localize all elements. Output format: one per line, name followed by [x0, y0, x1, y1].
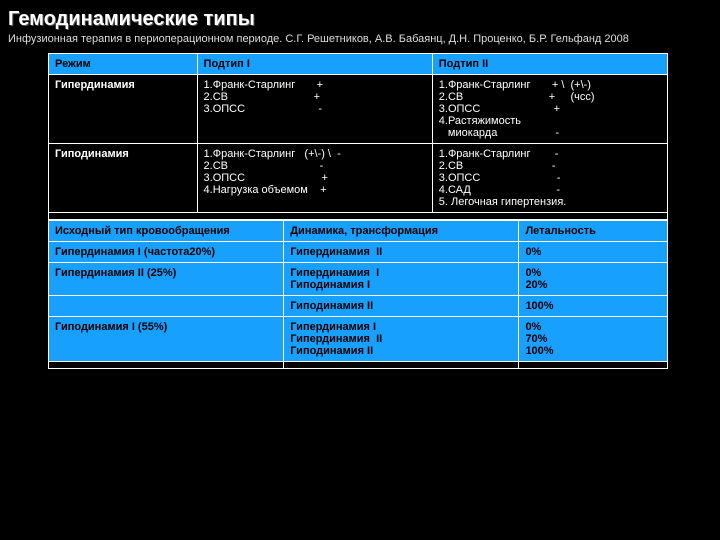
c3: 0%	[519, 242, 668, 263]
c2: Гипердинамия I Гипердинамия II Гиподинам…	[284, 317, 519, 362]
table-row: Гиподинамия 1.Франк-Старлинг (+\-) \ - 2…	[49, 144, 668, 213]
sub1-cell: 1.Франк-Старлинг (+\-) \ - 2.СВ - 3.ОПСС…	[197, 144, 432, 213]
slide: Гемодинамические типы Инфузионная терапи…	[0, 0, 720, 540]
mode-cell: Гиподинамия	[49, 144, 198, 213]
tables-wrapper: Режим Подтип I Подтип II Гипердинамия 1.…	[48, 53, 668, 369]
spacer-row	[49, 362, 668, 369]
table-row: Гипердинамия II (25%) Гипердинамия I Гип…	[49, 263, 668, 296]
c3: 0% 20%	[519, 263, 668, 296]
table-row: Гипердинамия 1.Франк-Старлинг + 2.СВ + 3…	[49, 75, 668, 144]
c3: 100%	[519, 296, 668, 317]
page-title: Гемодинамические типы	[8, 8, 712, 31]
hdr-c1: Исходный тип кровообращения	[49, 221, 284, 242]
c1: Гиподинамия I (55%)	[49, 317, 284, 362]
table-header: Исходный тип кровообращения Динамика, тр…	[49, 221, 668, 242]
c3: 0% 70% 100%	[519, 317, 668, 362]
sub1-cell: 1.Франк-Старлинг + 2.СВ + 3.ОПСС -	[197, 75, 432, 144]
c1	[49, 296, 284, 317]
hdr-sub1: Подтип I	[197, 54, 432, 75]
table-row: Гипердинамия I (частота20%) Гипердинамия…	[49, 242, 668, 263]
hdr-sub2: Подтип II	[432, 54, 667, 75]
hdr-c3: Летальность	[519, 221, 668, 242]
mode-cell: Гипердинамия	[49, 75, 198, 144]
hdr-mode: Режим	[49, 54, 198, 75]
hdr-c2: Динамика, трансформация	[284, 221, 519, 242]
c2: Гипердинамия I Гиподинамия I	[284, 263, 519, 296]
regimes-table: Режим Подтип I Подтип II Гипердинамия 1.…	[48, 53, 668, 220]
table-row: Гиподинамия II 100%	[49, 296, 668, 317]
c2: Гипердинамия II	[284, 242, 519, 263]
table-row: Гиподинамия I (55%) Гипердинамия I Гипер…	[49, 317, 668, 362]
outcomes-table: Исходный тип кровообращения Динамика, тр…	[48, 220, 668, 369]
c1: Гипердинамия I (частота20%)	[49, 242, 284, 263]
c1: Гипердинамия II (25%)	[49, 263, 284, 296]
c2: Гиподинамия II	[284, 296, 519, 317]
spacer-row	[49, 213, 668, 220]
page-subtitle: Инфузионная терапия в периоперационном п…	[8, 33, 712, 45]
table-header: Режим Подтип I Подтип II	[49, 54, 668, 75]
sub2-cell: 1.Франк-Старлинг + \ (+\-) 2.СВ + (чсс) …	[432, 75, 667, 144]
sub2-cell: 1.Франк-Старлинг - 2.СВ - 3.ОПСС - 4.САД…	[432, 144, 667, 213]
